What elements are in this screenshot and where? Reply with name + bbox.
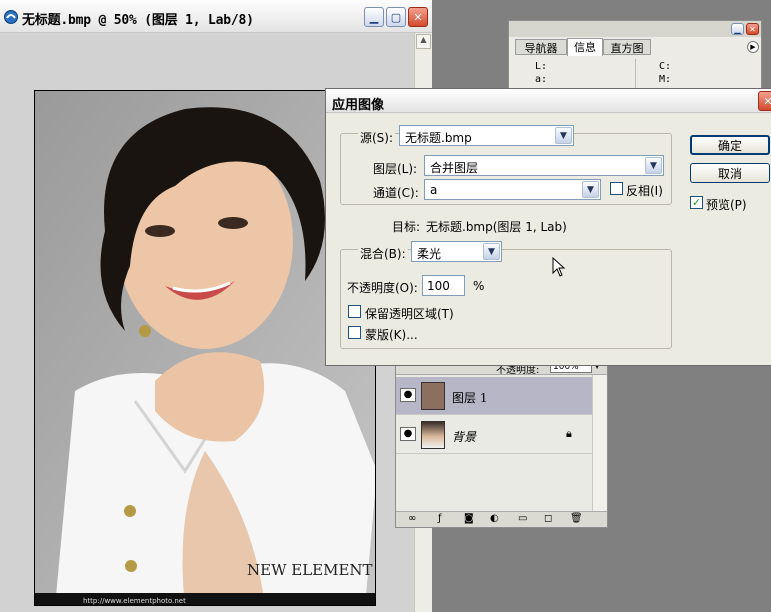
footer-url: http://www.elementphoto.net — [83, 597, 186, 605]
lock-icon: 🔒︎ — [566, 427, 572, 440]
channel-label: 通道(C): — [373, 186, 419, 200]
opacity-input[interactable]: 100 — [422, 275, 465, 296]
chevron-down-icon[interactable]: ▼ — [582, 181, 599, 198]
percent-label: % — [473, 279, 485, 293]
layers-panel: 不透明度: 100% ▼ ● 图层 1 ● 背景 🔒︎ ∞ ƒ ◙ ◐ ▭ ◻ … — [395, 360, 608, 528]
layer-label: 图层(L): — [373, 162, 418, 176]
tab-info[interactable]: 信息 — [567, 38, 603, 56]
blending-value: 柔光 — [417, 247, 442, 261]
layer-thumbnail — [421, 382, 445, 410]
layer-select[interactable]: 合并图层 ▼ — [424, 155, 664, 176]
mask-checkbox[interactable] — [348, 326, 361, 339]
link-layers-icon[interactable]: ∞ — [408, 513, 416, 524]
mask-label[interactable]: 蒙版(K)... — [365, 326, 418, 343]
dialog-title: 应用图像 — [332, 98, 385, 113]
layer-name: 背景 — [452, 430, 477, 444]
tab-navigator[interactable]: 导航器 — [515, 39, 567, 55]
layer-mask-icon[interactable]: ◙ — [464, 513, 474, 524]
trash-icon[interactable]: 🗑︎ — [570, 513, 583, 524]
source-select[interactable]: 无标题.bmp ▼ — [399, 125, 574, 146]
target-label: 目标: — [392, 220, 421, 234]
apply-image-dialog: 应用图像 ✕ 源(S): 无标题.bmp ▼ 图层(L): 合并图层 ▼ 通道(… — [325, 88, 771, 366]
dialog-close-button[interactable]: ✕ — [758, 91, 771, 111]
scroll-up-icon[interactable]: ▲ — [416, 34, 431, 49]
preview-checkbox[interactable]: ✓ — [690, 196, 703, 209]
new-layer-icon[interactable]: ◻ — [544, 513, 552, 524]
readout-l: L: — [535, 61, 548, 72]
close-icon: ✕ — [413, 10, 423, 24]
layer-row-background[interactable]: ● 背景 🔒︎ — [396, 416, 592, 454]
layer-style-icon[interactable]: ƒ — [438, 513, 442, 524]
preserve-transparency-label[interactable]: 保留透明区域(T) — [365, 305, 454, 322]
readout-c: C: — [659, 61, 672, 72]
invert-label[interactable]: 反相(I) — [626, 182, 663, 199]
source-value: 无标题.bmp — [405, 131, 472, 145]
layer-thumbnail — [421, 421, 445, 449]
layer-name: 图层 1 — [452, 391, 488, 405]
info-panel: ▁ ✕ 导航器 信息 直方图 ▶ L: a: C: M: — [508, 20, 762, 90]
preview-label[interactable]: 预览(P) — [706, 196, 747, 213]
layer-row-layer1[interactable]: ● 图层 1 — [396, 377, 592, 415]
close-button[interactable]: ✕ — [408, 7, 428, 27]
info-panel-header[interactable] — [509, 21, 761, 37]
cancel-button[interactable]: 取消 — [690, 163, 770, 183]
blending-label: 混合(B): — [358, 245, 408, 262]
minimize-icon: ▁ — [369, 10, 379, 24]
readout-a: a: — [535, 74, 548, 85]
layer-value: 合并图层 — [430, 161, 479, 175]
photoshop-doc-icon — [4, 10, 18, 24]
close-icon: ✕ — [763, 94, 771, 108]
minimize-button[interactable]: ▁ — [364, 7, 384, 27]
ok-button[interactable]: 确定 — [690, 135, 770, 155]
new-group-icon[interactable]: ▭ — [518, 513, 527, 524]
adjustment-layer-icon[interactable]: ◐ — [490, 513, 499, 524]
panel-minimize-button[interactable]: ▁ — [731, 23, 744, 35]
target-value: 无标题.bmp(图层 1, Lab) — [426, 220, 567, 234]
blending-select[interactable]: 柔光 ▼ — [411, 241, 502, 262]
maximize-icon: ▢ — [390, 10, 402, 24]
layers-scrollbar[interactable] — [592, 375, 607, 511]
chevron-down-icon[interactable]: ▼ — [645, 157, 662, 174]
panel-menu-icon[interactable]: ▶ — [747, 41, 759, 53]
document-title-bar[interactable]: 无标题.bmp @ 50% (图层 1, Lab/8) ▁ ▢ ✕ — [0, 0, 432, 33]
chevron-down-icon[interactable]: ▼ — [555, 127, 572, 144]
brand-watermark: NEW ELEMENT — [247, 561, 373, 579]
channel-value: a — [430, 183, 438, 197]
dialog-title-bar[interactable]: 应用图像 ✕ — [326, 89, 771, 113]
visibility-eye-icon[interactable]: ● — [400, 388, 416, 402]
readout-divider — [635, 59, 636, 89]
source-label: 源(S): — [358, 129, 396, 146]
panel-close-button[interactable]: ✕ — [746, 23, 759, 35]
tab-histogram[interactable]: 直方图 — [603, 39, 651, 55]
maximize-button[interactable]: ▢ — [386, 7, 406, 27]
readout-m: M: — [659, 74, 672, 85]
opacity-label: 不透明度(O): — [347, 281, 418, 295]
visibility-eye-icon[interactable]: ● — [400, 427, 416, 441]
preserve-transparency-checkbox[interactable] — [348, 305, 361, 318]
invert-checkbox[interactable] — [610, 182, 623, 195]
chevron-down-icon[interactable]: ▼ — [483, 243, 500, 260]
layers-bottom-toolbar: ∞ ƒ ◙ ◐ ▭ ◻ 🗑︎ — [396, 511, 607, 527]
mouse-cursor-icon — [552, 257, 566, 277]
document-title: 无标题.bmp @ 50% (图层 1, Lab/8) — [22, 13, 254, 28]
channel-select[interactable]: a ▼ — [424, 179, 601, 200]
